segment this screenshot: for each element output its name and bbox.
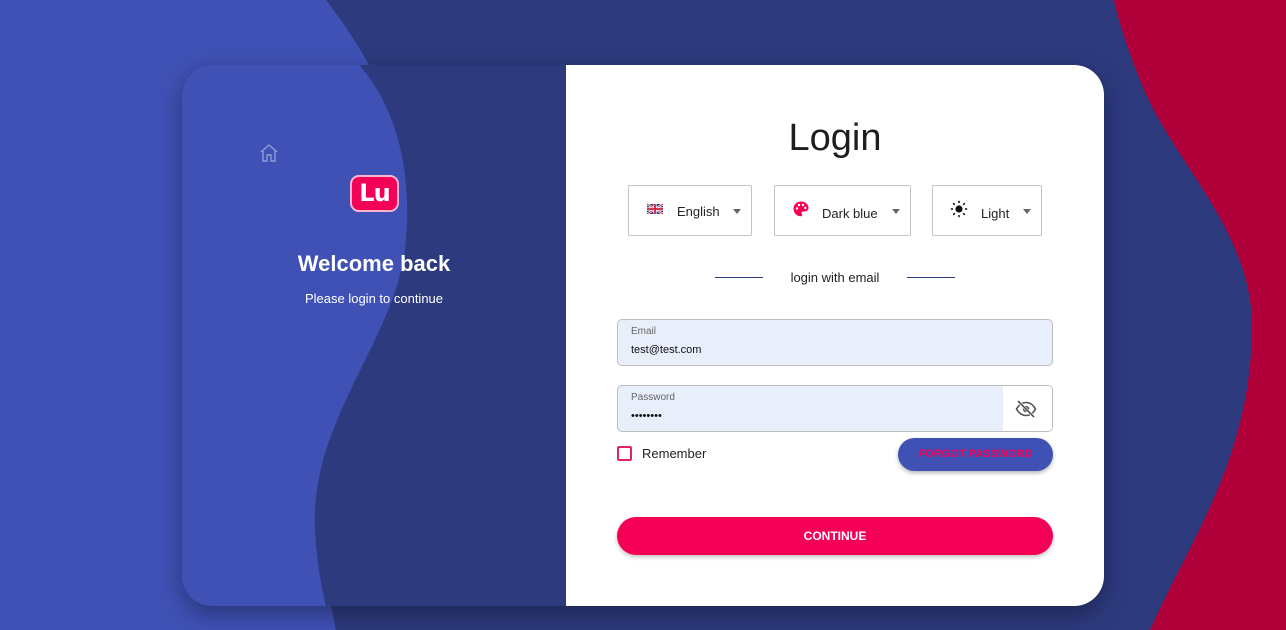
language-select-value: English	[677, 204, 720, 219]
mode-select[interactable]: Light	[932, 185, 1042, 236]
login-form-panel: Login English Dark blue Light login with…	[566, 65, 1104, 606]
password-input[interactable]: ••••••••	[631, 410, 991, 422]
checkbox-box[interactable]	[617, 446, 632, 461]
uk-flag-icon	[646, 202, 664, 216]
remember-label: Remember	[642, 446, 707, 461]
forgot-password-button[interactable]: FORGOT PASSWORD	[898, 438, 1053, 471]
password-field[interactable]: Password ••••••••	[617, 385, 1053, 432]
welcome-subtitle: Please login to continue	[304, 291, 444, 306]
chevron-down-icon	[1023, 209, 1031, 214]
welcome-heading: Welcome back	[297, 251, 451, 276]
panel-wave	[182, 65, 566, 606]
page-title: Login	[788, 117, 882, 159]
divider-text: login with email	[790, 270, 880, 285]
email-label: Email	[631, 326, 657, 337]
welcome-panel: Lu Welcome back Please login to continue	[182, 65, 566, 606]
email-input[interactable]: test@test.com	[631, 344, 991, 356]
password-toggle[interactable]	[1003, 386, 1052, 431]
login-card: Lu Welcome back Please login to continue…	[182, 65, 1104, 606]
home-icon[interactable]	[258, 142, 280, 164]
app-logo: Lu	[350, 175, 399, 212]
chevron-down-icon	[892, 209, 900, 214]
theme-select-value: Dark blue	[822, 206, 878, 221]
email-field[interactable]: Email test@test.com	[617, 319, 1053, 366]
eye-off-icon[interactable]	[1015, 399, 1037, 419]
palette-icon	[793, 201, 809, 217]
theme-select[interactable]: Dark blue	[774, 185, 911, 236]
language-select[interactable]: English	[628, 185, 752, 236]
password-label: Password	[631, 392, 675, 403]
remember-checkbox[interactable]: Remember	[617, 446, 706, 461]
continue-button[interactable]: CONTINUE	[617, 517, 1053, 555]
divider-line-right	[907, 277, 955, 278]
chevron-down-icon	[733, 209, 741, 214]
mode-select-value: Light	[981, 206, 1010, 221]
sun-icon	[950, 200, 968, 218]
